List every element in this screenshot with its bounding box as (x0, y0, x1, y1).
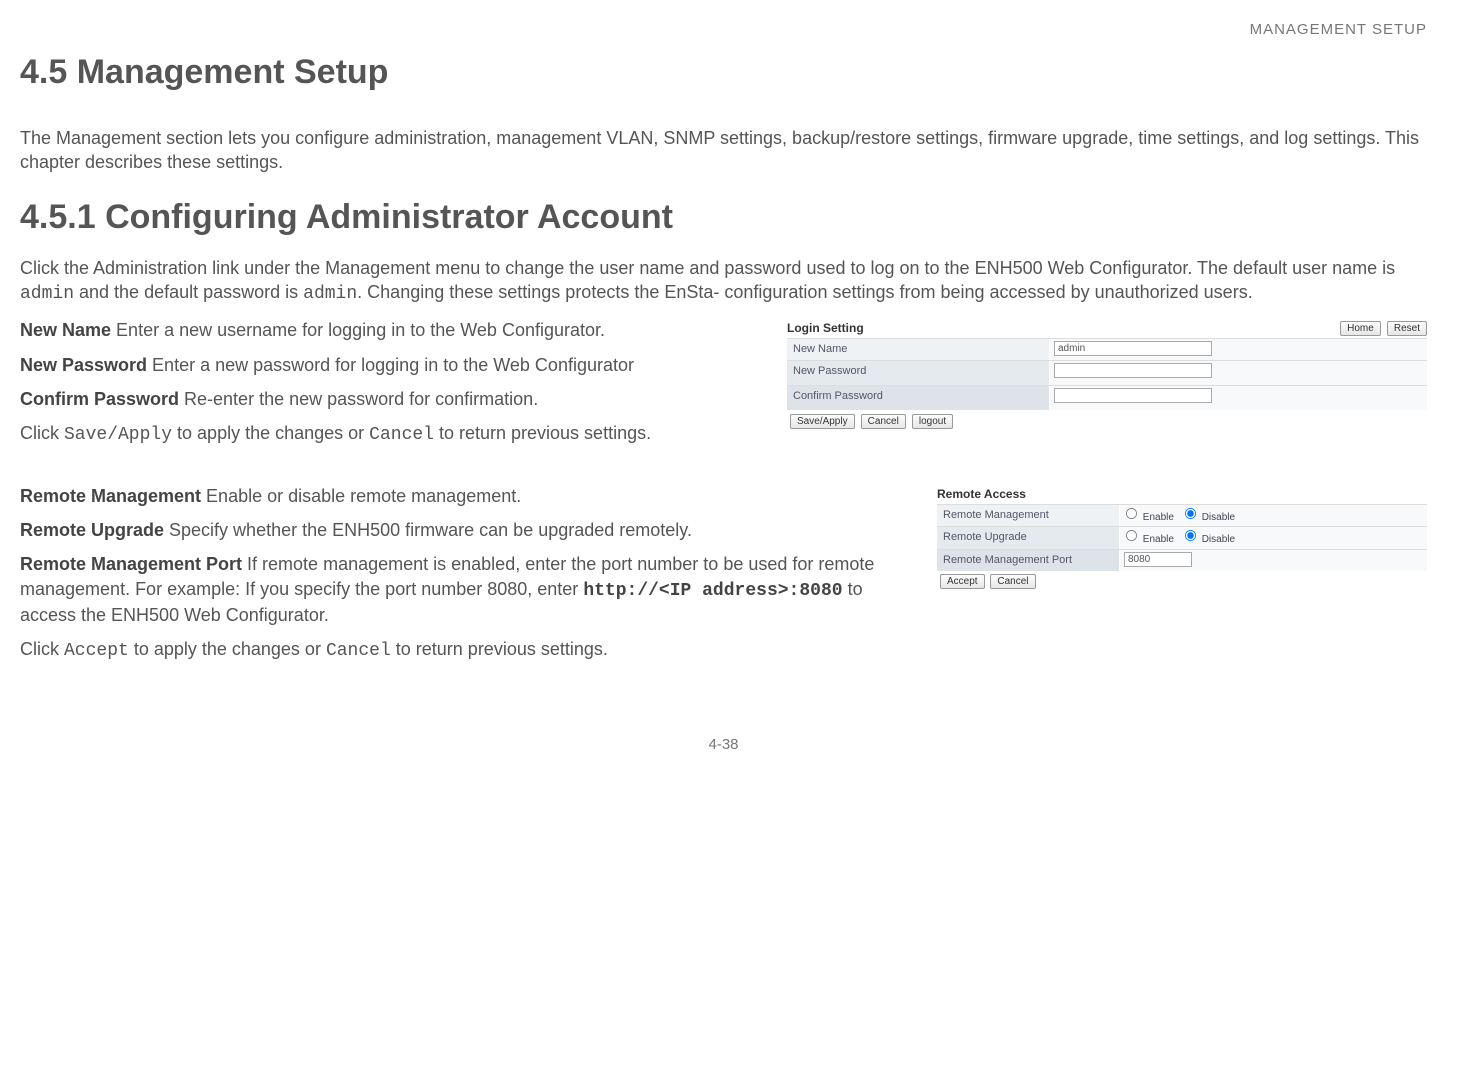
ss2-accept-button[interactable]: Accept (940, 574, 985, 589)
ss1-reset-button[interactable]: Reset (1387, 321, 1427, 336)
heading-2: 4.5.1 Configuring Administrator Account (20, 195, 1427, 241)
heading-1: 4.5 Management Setup (20, 50, 1427, 96)
ss1-new-name-label: New Name (787, 339, 1050, 360)
accept-line: Click Accept to apply the changes or Can… (20, 637, 1427, 663)
ss2-remote-management-label: Remote Management (937, 505, 1120, 527)
ss2-remote-upgrade-label: Remote Upgrade (937, 527, 1120, 549)
ss1-home-button[interactable]: Home (1340, 321, 1381, 336)
ss2-title: Remote Access (937, 484, 1427, 504)
ss2-cancel-button[interactable]: Cancel (990, 574, 1035, 589)
code-http-url: http://<IP address>:8080 (583, 581, 842, 601)
remote-access-screenshot: Remote Access Remote Management Enable D… (937, 484, 1427, 593)
ss2-ru-disable-radio[interactable]: Disable (1184, 529, 1235, 547)
ss2-remote-port-label: Remote Management Port (937, 550, 1120, 571)
ss2-rm-disable-radio[interactable]: Disable (1184, 507, 1235, 525)
login-setting-screenshot: Login Setting Home Reset New Name admin … (787, 318, 1427, 433)
code-admin-user: admin (20, 284, 74, 304)
ss2-rm-enable-radio[interactable]: Enable (1125, 507, 1174, 525)
ss1-new-name-input[interactable]: admin (1054, 341, 1212, 356)
ss1-new-password-label: New Password (787, 361, 1050, 385)
page-number: 4-38 (20, 735, 1427, 755)
ss2-ru-enable-radio[interactable]: Enable (1125, 529, 1174, 547)
ss1-logout-button[interactable]: logout (912, 414, 953, 429)
ss1-save-apply-button[interactable]: Save/Apply (790, 414, 855, 429)
ss1-confirm-password-label: Confirm Password (787, 386, 1050, 410)
config-paragraph: Click the Administration link under the … (20, 256, 1427, 307)
ss1-confirm-password-input[interactable] (1054, 388, 1212, 403)
ss2-remote-port-input[interactable]: 8080 (1124, 552, 1192, 567)
intro-paragraph: The Management section lets you configur… (20, 126, 1427, 175)
page-header-section: MANAGEMENT SETUP (20, 20, 1427, 40)
ss1-title: Login Setting (787, 320, 864, 336)
ss1-cancel-button[interactable]: Cancel (861, 414, 906, 429)
code-admin-pass: admin (303, 284, 357, 304)
ss1-new-password-input[interactable] (1054, 363, 1212, 378)
